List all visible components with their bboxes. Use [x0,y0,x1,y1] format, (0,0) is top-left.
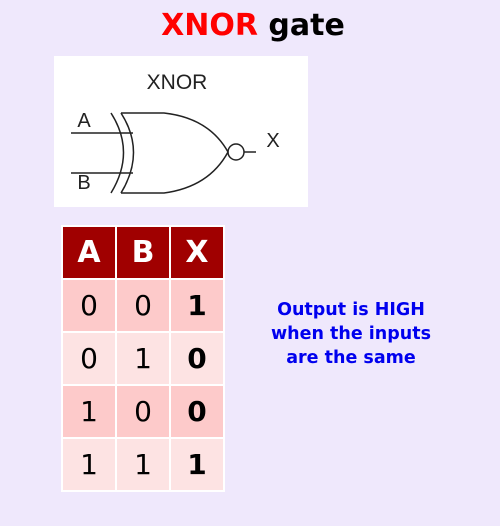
table-row: 1 1 1 [61,437,225,492]
truth-table: A B X 0 0 1 0 1 0 1 0 0 1 1 1 [61,225,225,492]
page-title: XNOR gate [0,6,500,46]
cell-x: 1 [169,437,225,492]
cell-b: 0 [115,384,171,439]
input-a-label: A [77,110,91,132]
title-gate-name: XNOR [161,8,258,43]
note-line: when the inputs [270,324,432,344]
title-suffix: gate [257,8,345,43]
cell-b: 1 [115,437,171,492]
rule-explanation: Output is HIGH when the inputs are the s… [248,298,454,370]
table-row: 0 0 1 [61,278,225,333]
table-row: 0 1 0 [61,331,225,386]
cell-a: 0 [61,278,117,333]
output-label: X [266,130,279,152]
cell-x: 0 [169,331,225,386]
xnor-gate-diagram: XNOR A B X [54,56,308,207]
header-b: B [115,225,171,280]
cell-x: 0 [169,384,225,439]
header-x: X [169,225,225,280]
xnor-gate-symbol: XNOR A B X [71,71,280,194]
note-line: Output is HIGH [277,300,425,320]
inversion-bubble [227,143,245,161]
cell-x: 1 [169,278,225,333]
cell-a: 1 [61,437,117,492]
gate-label: XNOR [147,71,208,94]
table-header-row: A B X [61,225,225,280]
cell-b: 1 [115,331,171,386]
note-line: are the same [286,348,416,368]
cell-a: 0 [61,331,117,386]
input-b-label: B [77,172,90,194]
cell-b: 0 [115,278,171,333]
gate-body [121,112,229,194]
xor-extra-curve [110,112,125,194]
header-a: A [61,225,117,280]
table-row: 1 0 0 [61,384,225,439]
cell-a: 1 [61,384,117,439]
